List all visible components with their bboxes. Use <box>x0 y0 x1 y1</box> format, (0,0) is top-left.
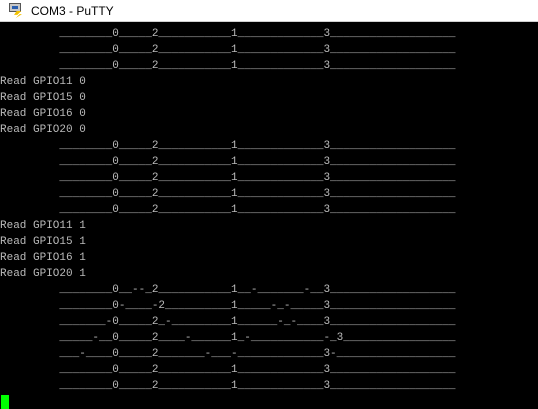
terminal-line: ________0_____2___________1_____________… <box>0 156 456 168</box>
terminal-line: ________0-____-2__________1_____-_-_____… <box>0 300 456 312</box>
terminal-line: ________0__--_2___________1__-_______-__… <box>0 284 456 296</box>
terminal-line: Read GPIO15 1 <box>0 236 86 248</box>
terminal-line: ________0_____2___________1_____________… <box>0 140 456 152</box>
terminal-line: Read GPIO11 0 <box>0 76 86 88</box>
terminal-line: Read GPIO20 0 <box>0 124 86 136</box>
terminal-line: ________0_____2___________1_____________… <box>0 44 456 56</box>
window-title: COM3 - PuTTY <box>31 3 114 18</box>
terminal-line: _______-0_____2_-_________1______-_-____… <box>0 316 456 328</box>
terminal-line: ________0_____2___________1_____________… <box>0 204 456 216</box>
putty-icon[interactable] <box>8 2 24 19</box>
window-title-bar[interactable]: COM3 - PuTTY <box>0 0 538 22</box>
terminal-line: ___-____0_____2_______-___-_____________… <box>0 348 456 360</box>
terminal-line: Read GPIO11 1 <box>0 220 86 232</box>
terminal-line: Read GPIO16 1 <box>0 252 86 264</box>
terminal-line: Read GPIO20 1 <box>0 268 86 280</box>
terminal-line: ________0_____2___________1_____________… <box>0 364 456 376</box>
terminal-line: Read GPIO16 0 <box>0 108 86 120</box>
terminal-line: ________0_____2___________1_____________… <box>0 188 456 200</box>
terminal-line: Read GPIO15 0 <box>0 92 86 104</box>
terminal-line: ________0_____2___________1_____________… <box>0 380 456 392</box>
terminal-cursor <box>1 395 9 409</box>
terminal-line: _____-__0_____2____-______1_-___________… <box>0 332 456 344</box>
terminal-line: ________0_____2___________1_____________… <box>0 28 456 40</box>
terminal-output[interactable]: ________0_____2___________1_____________… <box>0 26 538 409</box>
terminal-line: ________0_____2___________1_____________… <box>0 60 456 72</box>
terminal-line: ________0_____2___________1_____________… <box>0 172 456 184</box>
